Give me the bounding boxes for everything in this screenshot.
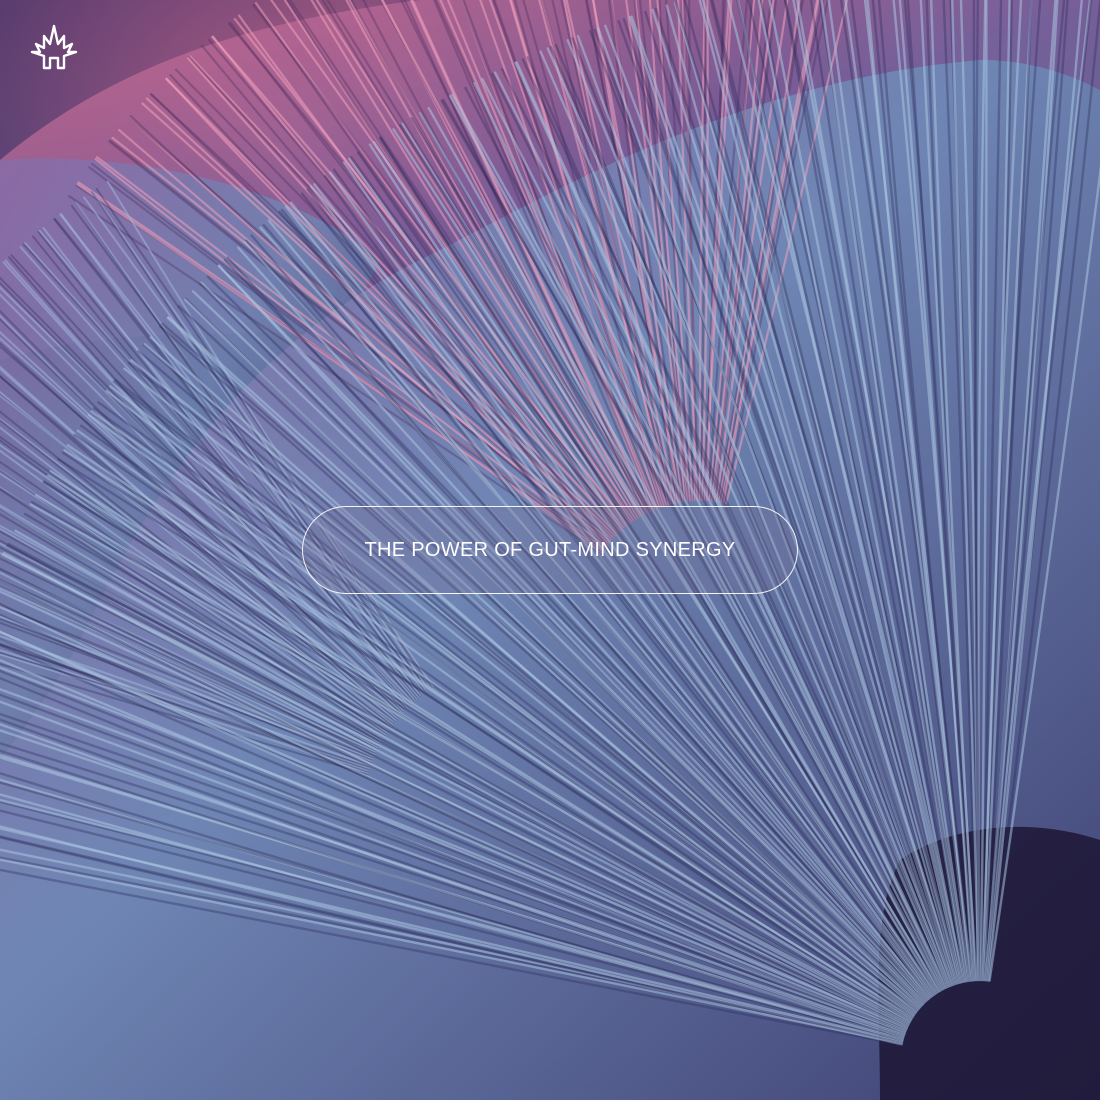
headline-pill: THE POWER OF GUT-MIND SYNERGY xyxy=(302,506,798,594)
headline-text: THE POWER OF GUT-MIND SYNERGY xyxy=(364,538,736,561)
mushroom-logo-icon[interactable] xyxy=(24,22,84,72)
hero-stage: THE POWER OF GUT-MIND SYNERGY xyxy=(0,0,1100,1100)
